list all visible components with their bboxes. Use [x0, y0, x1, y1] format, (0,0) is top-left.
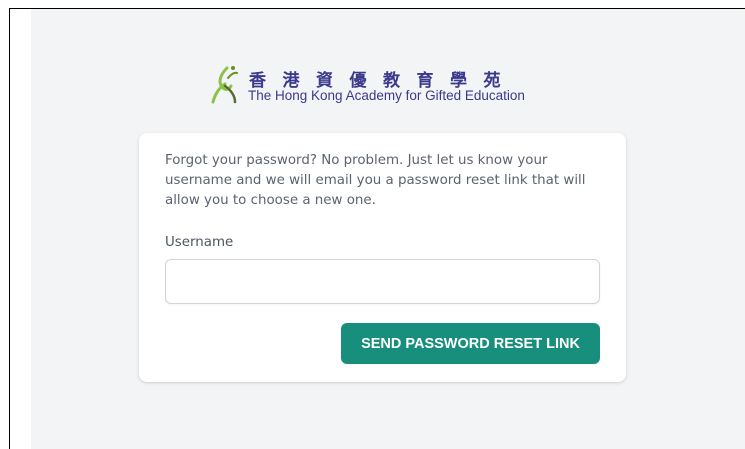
password-reset-description: Forgot your password? No problem. Just l… — [165, 153, 586, 208]
academy-logo-icon — [211, 66, 238, 104]
username-input[interactable] — [165, 259, 600, 304]
username-label: Username — [165, 235, 234, 250]
password-reset-card: Forgot your password? No problem. Just l… — [139, 133, 626, 382]
academy-english-name: The Hong Kong Academy for Gifted Educati… — [248, 88, 525, 103]
send-password-reset-link-button[interactable]: SEND PASSWORD RESET LINK — [341, 323, 600, 364]
academy-logo: 香港資優教育學苑 The Hong Kong Academy for Gifte… — [211, 60, 561, 110]
